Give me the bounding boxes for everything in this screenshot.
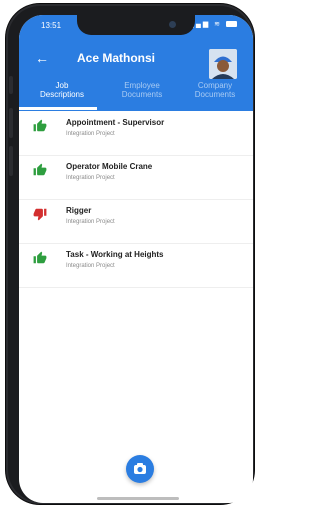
phone-frame: 13:51 ▂▄▆ ≋ ← Ace Mathonsi Job Descripti…	[6, 4, 254, 504]
list-item[interactable]: Rigger Integration Project	[19, 199, 253, 244]
wifi-icon: ≋	[214, 21, 223, 28]
mute-switch	[9, 76, 13, 94]
list-item[interactable]: Appointment - Supervisor Integration Pro…	[19, 111, 253, 156]
item-subtitle: Integration Project	[66, 219, 115, 225]
volume-down-button	[9, 146, 13, 176]
item-subtitle: Integration Project	[66, 131, 115, 137]
camera-icon	[134, 463, 146, 474]
tab-label: Employee	[124, 81, 160, 90]
camera-notch	[77, 15, 195, 35]
camera-button[interactable]	[126, 455, 154, 483]
tab-company-documents[interactable]: Company Documents	[181, 81, 249, 99]
tab-label: Company	[197, 81, 233, 90]
thumbs-up-icon	[33, 251, 47, 264]
thumbs-up-icon	[33, 163, 47, 176]
back-arrow-icon[interactable]: ←	[35, 51, 49, 65]
front-camera	[169, 21, 176, 28]
screen: 13:51 ▂▄▆ ≋ ← Ace Mathonsi Job Descripti…	[19, 15, 253, 503]
tab-label: Documents	[121, 90, 163, 99]
battery-icon	[226, 21, 237, 28]
tab-employee-documents[interactable]: Employee Documents	[107, 81, 177, 99]
avatar[interactable]	[209, 49, 237, 79]
item-subtitle: Integration Project	[66, 263, 115, 269]
avatar-image	[209, 49, 237, 79]
item-subtitle: Integration Project	[66, 175, 115, 181]
page-title: Ace Mathonsi	[77, 51, 156, 65]
tab-label: Documents	[194, 90, 236, 99]
item-title: Operator Mobile Crane	[66, 162, 153, 171]
list-item[interactable]: Operator Mobile Crane Integration Projec…	[19, 155, 253, 200]
tab-label: Job	[55, 81, 69, 90]
tab-label: Descriptions	[39, 90, 84, 99]
item-title: Appointment - Supervisor	[66, 118, 165, 127]
list-item[interactable]: Task - Working at Heights Integration Pr…	[19, 243, 253, 288]
status-time: 13:51	[41, 21, 62, 30]
item-title: Task - Working at Heights	[66, 250, 164, 259]
status-icons: ▂▄▆ ≋	[188, 20, 237, 28]
tab-job-descriptions[interactable]: Job Descriptions	[25, 81, 99, 99]
item-title: Rigger	[66, 206, 92, 215]
volume-up-button	[9, 108, 13, 138]
thumbs-down-icon	[33, 208, 47, 221]
home-indicator[interactable]	[97, 497, 179, 500]
thumbs-up-icon	[33, 119, 47, 132]
active-tab-indicator	[19, 107, 97, 110]
